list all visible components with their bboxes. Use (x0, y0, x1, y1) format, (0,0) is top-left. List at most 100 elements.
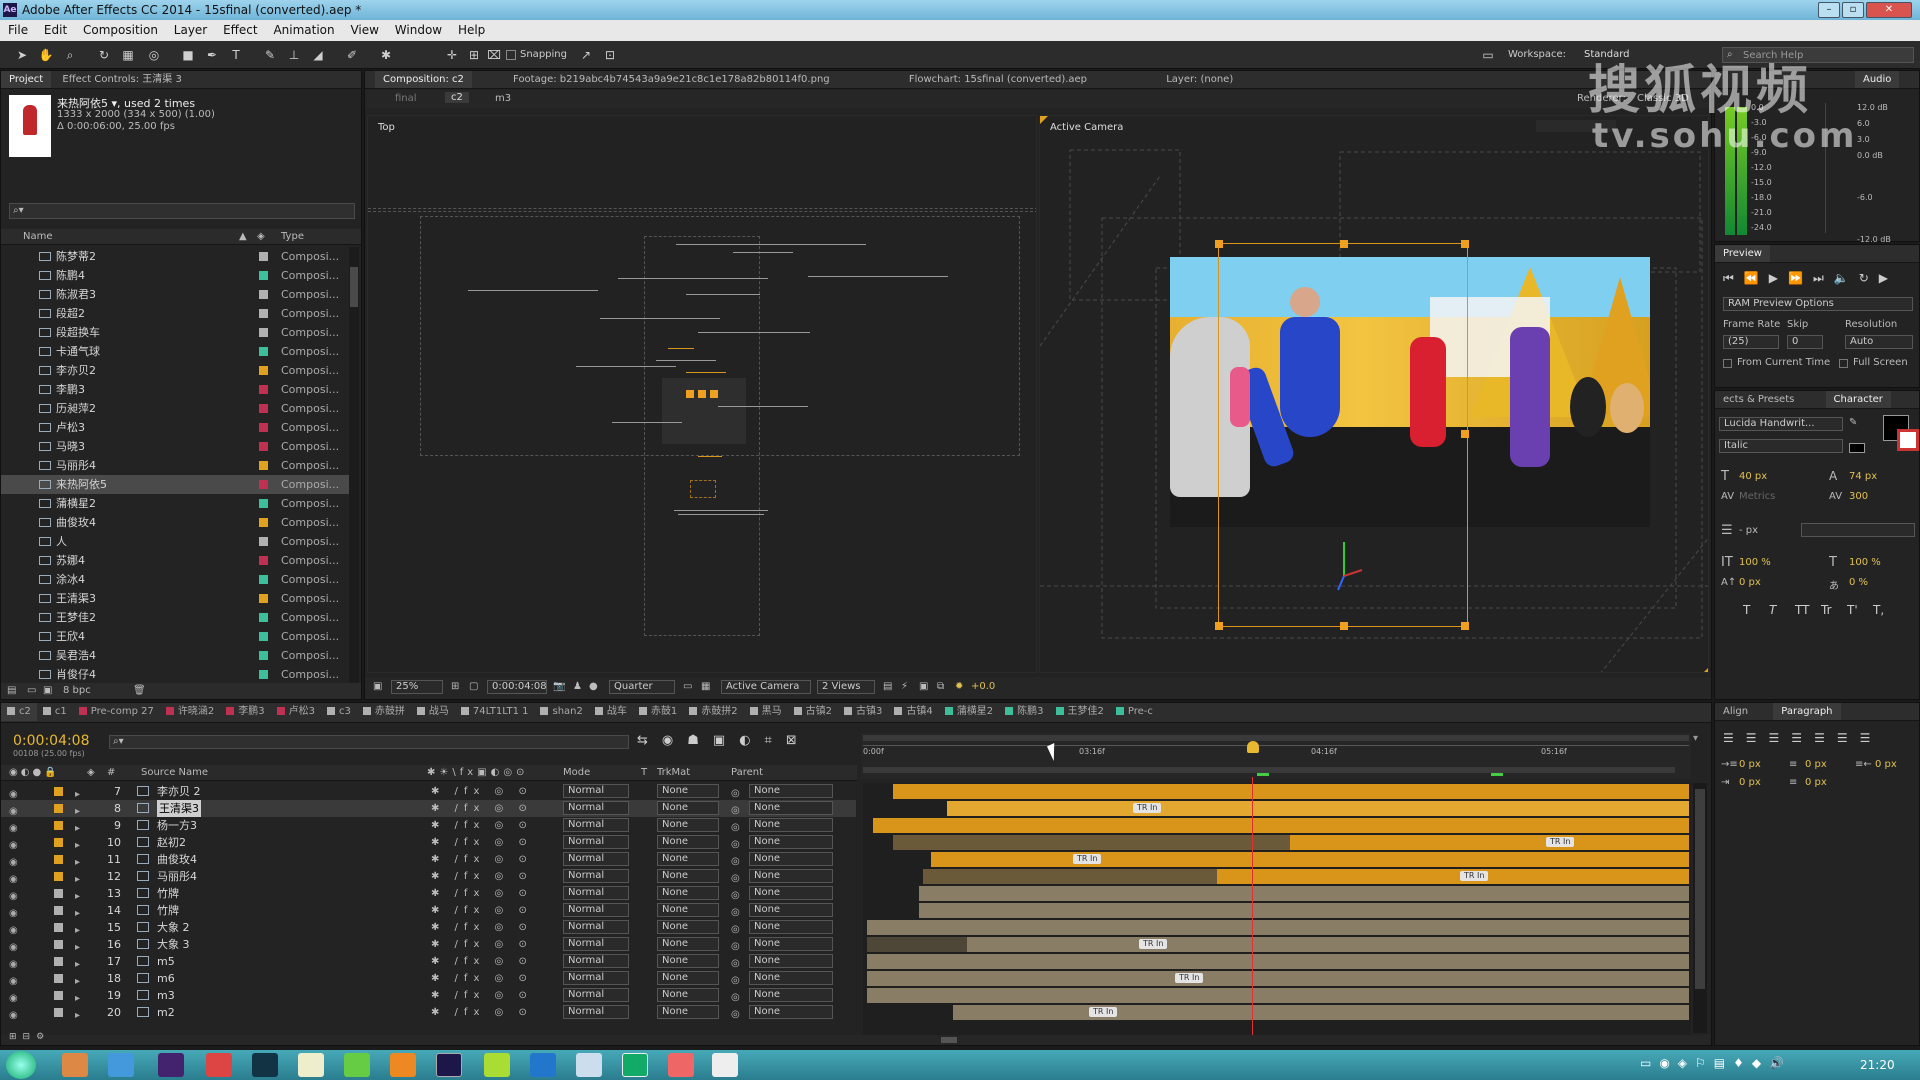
timeline-tab[interactable]: 古镇2 (788, 703, 838, 721)
timeline-tab[interactable]: 黑马 (744, 703, 788, 721)
label-color-swatch[interactable] (259, 271, 268, 280)
timeline-tab[interactable]: Pre-c (1110, 703, 1159, 721)
blend-mode-select[interactable]: Normal (563, 869, 629, 883)
timeline-layer-row[interactable]: ◉ ▸ 8 王清渠3 ✱ /fx ◎ ⊙ Normal None ◎ None (1, 800, 856, 817)
timeline-tab[interactable]: 战马 (411, 703, 455, 721)
timeline-layer-row[interactable]: ◉ ▸ 15 大象 2 ✱ /fx ◎ ⊙ Normal None ◎ None (1, 919, 856, 936)
parent-select[interactable]: None (749, 954, 833, 968)
3d-axis-gizmo-icon[interactable] (1330, 536, 1380, 596)
pickwhip-icon[interactable]: ◎ (731, 1006, 740, 1023)
taskbar-app-monitor-icon[interactable] (576, 1053, 602, 1077)
layer-name[interactable]: m3 (157, 987, 175, 1004)
layer-name[interactable]: 竹牌 (157, 885, 179, 902)
trkmat-select[interactable]: None (657, 835, 719, 849)
trkmat-select[interactable]: None (657, 971, 719, 985)
label-color-swatch[interactable] (259, 461, 268, 470)
audio-toggle-icon[interactable]: 🔈 (1834, 271, 1859, 285)
space-before-value[interactable]: 0 px (1805, 759, 1827, 770)
layer-duration-bar[interactable] (867, 954, 1689, 969)
timeline-layer-row[interactable]: ◉ ▸ 11 曲俊玫4 ✱ /fx ◎ ⊙ Normal None ◎ None (1, 851, 856, 868)
timeline-tab[interactable]: 蒲横星2 (939, 703, 999, 721)
transparency-grid-icon[interactable]: ▦ (701, 681, 710, 692)
layer-duration-bar-faded[interactable] (923, 869, 1217, 884)
timeline-tab[interactable]: 74LT1LT1 1 (455, 703, 535, 721)
label-color-swatch[interactable] (259, 651, 268, 660)
blend-mode-select[interactable]: Normal (563, 818, 629, 832)
align-left-icon[interactable]: ☰ (1723, 731, 1746, 745)
transition-marker[interactable]: TR In (1139, 939, 1168, 949)
layer-name[interactable]: m6 (157, 970, 175, 987)
label-color-swatch[interactable] (259, 366, 268, 375)
taskbar-app-spreadsheet-icon[interactable] (622, 1053, 648, 1077)
tab-effects-presets[interactable]: ects & Presets (1715, 391, 1802, 408)
tab-preview[interactable]: Preview (1715, 245, 1770, 262)
layer-duration-bar-faded[interactable] (893, 835, 1290, 850)
next-frame-icon[interactable]: ⏩ (1788, 271, 1813, 285)
layer-label-swatch[interactable] (54, 923, 63, 932)
label-color-swatch[interactable] (259, 480, 268, 489)
timeline-layer-row[interactable]: ◉ ▸ 14 竹牌 ✱ /fx ◎ ⊙ Normal None ◎ None (1, 902, 856, 919)
project-item[interactable]: 李亦贝2 Composi... (1, 361, 357, 380)
horizontal-scale-value[interactable]: 100 % (1849, 557, 1881, 568)
parent-select[interactable]: None (749, 784, 833, 798)
taskbar-app-red-icon[interactable] (668, 1053, 694, 1077)
timeline-tab[interactable]: c3 (321, 703, 357, 721)
label-color-swatch[interactable] (259, 670, 268, 679)
label-color-swatch[interactable] (259, 594, 268, 603)
rotate-tool-icon[interactable]: ↻ (96, 48, 112, 62)
selection-tool-icon[interactable]: ➤ (14, 48, 30, 62)
layer-duration-bar[interactable] (1217, 869, 1689, 884)
view-axis-icon[interactable]: ⌧ (486, 48, 502, 62)
project-item[interactable]: 马丽彤4 Composi... (1, 456, 357, 475)
layer-switches[interactable]: ✱ /fx ◎ ⊙ (431, 1004, 533, 1021)
leading-value[interactable]: 74 px (1849, 471, 1877, 482)
blend-mode-select[interactable]: Normal (563, 835, 629, 849)
layer-duration-bar[interactable] (931, 852, 1689, 867)
timeline-layer-row[interactable]: ◉ ▸ 20 m2 ✱ /fx ◎ ⊙ Normal None ◎ None (1, 1004, 856, 1021)
puppet-tool-icon[interactable]: ✱ (378, 48, 394, 62)
layer-duration-bar[interactable] (867, 971, 1689, 986)
timeline-tab[interactable]: c1 (37, 703, 73, 721)
parent-select[interactable]: None (749, 937, 833, 951)
taskbar-app-explorer-icon[interactable] (62, 1053, 88, 1077)
label-color-swatch[interactable] (259, 575, 268, 584)
parent-select[interactable]: None (749, 886, 833, 900)
project-item[interactable]: 涂冰4 Composi... (1, 570, 357, 589)
first-frame-icon[interactable]: ⏮ (1723, 271, 1744, 285)
trkmat-select[interactable]: None (657, 784, 719, 798)
superscript-button[interactable]: T' (1847, 603, 1858, 617)
project-item[interactable]: 来热阿依5 Composi... (1, 475, 357, 494)
layer-name[interactable]: 杨一方3 (157, 817, 197, 834)
taskbar-app-premiere-icon[interactable] (158, 1053, 184, 1077)
indent-right-value[interactable]: 0 px (1875, 759, 1897, 770)
parent-select[interactable]: None (749, 818, 833, 832)
layer-duration-bar[interactable] (1290, 835, 1689, 850)
trkmat-select[interactable]: None (657, 954, 719, 968)
tab-project[interactable]: Project (1, 71, 52, 88)
play-icon[interactable]: ▶ (1769, 271, 1788, 285)
parent-select[interactable]: None (749, 920, 833, 934)
parent-select[interactable]: None (749, 852, 833, 866)
justify-left-icon[interactable]: ☰ (1791, 731, 1814, 745)
vertical-scale-value[interactable]: 100 % (1739, 557, 1771, 568)
taskbar-app-photoshop-icon[interactable] (252, 1053, 278, 1077)
small-caps-button[interactable]: Tr (1821, 603, 1832, 617)
clone-tool-icon[interactable]: ⊥ (286, 48, 302, 62)
layer-duration-bar[interactable] (953, 1005, 1689, 1020)
resolution-select[interactable]: Quarter (609, 680, 675, 694)
label-color-swatch[interactable] (259, 556, 268, 565)
maximize-button[interactable]: ▫ (1842, 2, 1864, 18)
snapping-checkbox[interactable] (506, 50, 516, 60)
layer-duration-bar[interactable] (873, 818, 1689, 833)
indent-left-value[interactable]: 0 px (1739, 759, 1761, 770)
trkmat-select[interactable]: None (657, 920, 719, 934)
label-color-swatch[interactable] (259, 252, 268, 261)
previous-frame-icon[interactable]: ⏪ (1744, 271, 1769, 285)
timeline-tab[interactable]: 卢松3 (271, 703, 321, 721)
project-item[interactable]: 王梦佳2 Composi... (1, 608, 357, 627)
blend-mode-select[interactable]: Normal (563, 852, 629, 866)
blend-mode-select[interactable]: Normal (563, 801, 629, 815)
layer-switches[interactable]: ✱ /fx ◎ ⊙ (431, 800, 533, 817)
all-caps-button[interactable]: TT (1795, 603, 1809, 617)
transition-marker[interactable]: TR In (1073, 854, 1102, 864)
